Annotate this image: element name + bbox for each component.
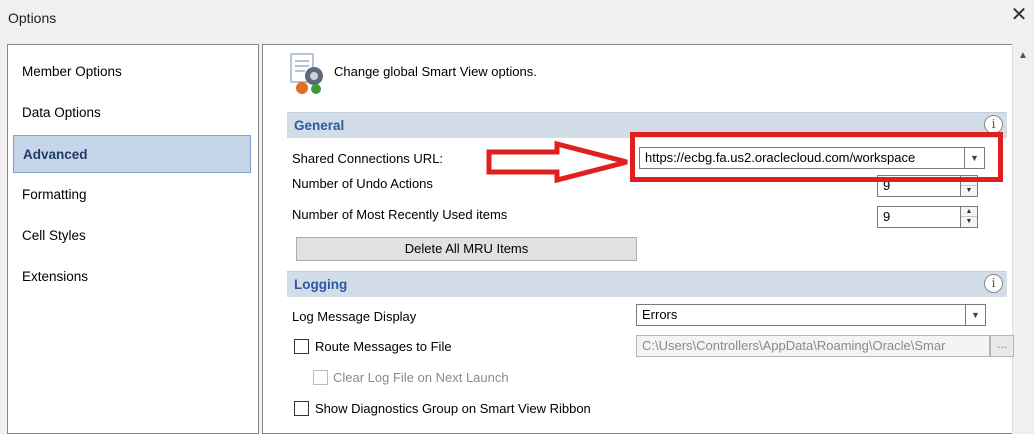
nav-panel: Member Options Data Options Advanced For… <box>7 44 259 434</box>
nav-item-data-options[interactable]: Data Options <box>13 94 251 132</box>
shared-connections-dropdown[interactable]: ▼ <box>965 147 985 169</box>
scroll-up-icon[interactable]: ▲ <box>1018 50 1028 61</box>
info-icon[interactable]: i <box>984 115 1003 134</box>
logging-section-header: Logging i <box>287 271 1007 297</box>
mru-items-spinner[interactable]: ▲ ▼ <box>961 206 978 228</box>
delete-mru-button[interactable]: Delete All MRU Items <box>296 237 637 261</box>
undo-actions-input[interactable]: 9 <box>877 175 961 197</box>
close-button[interactable]: ✕ <box>1008 4 1030 26</box>
show-diagnostics-label: Show Diagnostics Group on Smart View Rib… <box>315 401 591 416</box>
nav-item-formatting[interactable]: Formatting <box>13 176 251 214</box>
vertical-scrollbar[interactable]: ▲ <box>1012 44 1034 434</box>
smart-view-options-icon <box>290 53 323 94</box>
header-text: Change global Smart View options. <box>334 64 537 79</box>
chevron-down-icon: ▼ <box>971 310 980 320</box>
mru-items-input[interactable]: 9 <box>877 206 961 228</box>
close-icon: ✕ <box>1010 4 1028 26</box>
log-file-path-field[interactable]: C:\Users\Controllers\AppData\Roaming\Ora… <box>636 335 990 357</box>
general-section-title: General <box>294 118 345 133</box>
route-messages-label: Route Messages to File <box>315 339 452 354</box>
chevron-down-icon: ▼ <box>970 153 979 163</box>
log-message-display-dropdown[interactable]: ▼ <box>966 304 986 326</box>
logging-section-title: Logging <box>294 277 348 292</box>
info-icon[interactable]: i <box>984 274 1003 293</box>
nav-item-member-options[interactable]: Member Options <box>13 53 251 91</box>
red-arrow-icon <box>486 140 628 184</box>
browse-log-file-button[interactable]: ... <box>990 335 1014 357</box>
show-diagnostics-checkbox[interactable] <box>294 401 309 416</box>
clear-log-file-checkbox[interactable] <box>313 370 328 385</box>
clear-log-file-label: Clear Log File on Next Launch <box>333 370 509 385</box>
nav-item-advanced[interactable]: Advanced <box>13 135 251 173</box>
log-message-display-label: Log Message Display <box>292 309 417 324</box>
nav-item-cell-styles[interactable]: Cell Styles <box>13 217 251 255</box>
undo-actions-spinner[interactable]: ▲ ▼ <box>961 175 978 197</box>
mru-items-label: Number of Most Recently Used items <box>292 207 508 222</box>
log-message-display-select[interactable]: Errors <box>636 304 966 326</box>
undo-actions-label: Number of Undo Actions <box>292 176 433 191</box>
window-title: Options <box>8 10 57 26</box>
general-section-header: General i <box>287 112 1007 138</box>
shared-connections-label: Shared Connections URL: <box>292 151 444 166</box>
nav-item-extensions[interactable]: Extensions <box>13 258 251 296</box>
route-messages-checkbox[interactable] <box>294 339 309 354</box>
shared-connections-url-field[interactable]: https://ecbg.fa.us2.oraclecloud.com/work… <box>639 147 965 169</box>
